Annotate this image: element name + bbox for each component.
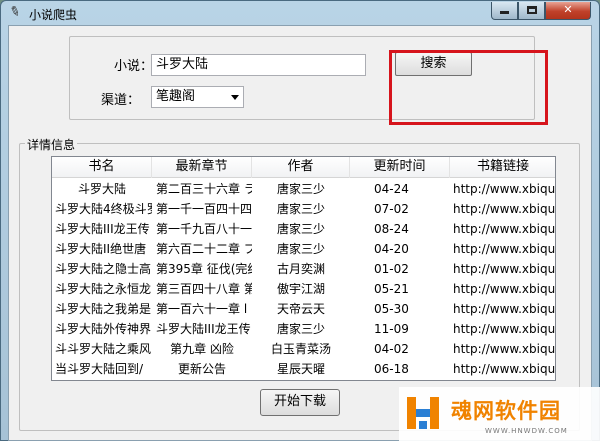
cell-update-time: 11-09 xyxy=(374,322,409,336)
novel-label: 小说： xyxy=(114,59,154,74)
cell-author: 唐家三少 xyxy=(276,242,325,256)
cell-update-time: 05-30 xyxy=(374,302,409,316)
cell-update-time: 04-02 xyxy=(374,342,409,356)
table-row[interactable]: 斗罗大陆III龙王传 第一千九百八十一 唐家三少 08-24 http://www.xb… xyxy=(52,219,556,239)
minimize-button[interactable] xyxy=(491,2,518,20)
cell-update-time: 05-21 xyxy=(374,282,409,296)
cell-author: 古月奕渊 xyxy=(276,262,325,276)
highlight-annotation xyxy=(389,50,548,125)
channel-value: 笔趣阁 xyxy=(156,89,196,104)
table-row[interactable]: 斗罗大陆 第二百三十六章 ラ 唐家三少 04-24 http://www.xbiqu xyxy=(52,179,556,199)
client-area: 小说： 斗罗大陆 渠道： 笔趣阁 搜索 详情信息 书名 最新章节 作者 更新时间… xyxy=(8,25,592,441)
cell-book-link: http://www.xbiqu xyxy=(453,342,556,356)
details-group-title: 详情信息 xyxy=(25,136,78,153)
watermark: 魂网软件园 WWW.HNWDW.COM xyxy=(399,387,600,441)
novel-input[interactable]: 斗罗大陆 xyxy=(151,54,366,76)
close-button[interactable]: ✕ xyxy=(545,2,591,20)
feather-icon: ✎ xyxy=(6,3,23,22)
app-window: ✎ 小说爬虫 ✕ 小说： 斗罗大陆 渠道： 笔趣阁 搜索 详情信息 书名 最新章… xyxy=(0,0,600,441)
cell-latest-chapter: 第一千九百八十一 xyxy=(156,222,252,236)
title-bar[interactable]: ✎ 小说爬虫 ✕ xyxy=(1,1,599,25)
cell-title: 斗罗大陆之隐士高 xyxy=(55,262,152,276)
cell-title: 斗罗大陆4终极斗罗 xyxy=(55,202,152,216)
cell-update-time: 01-02 xyxy=(374,262,409,276)
cell-latest-chapter: 斗罗大陆III龙王传 xyxy=(156,322,251,336)
watermark-text: 魂网软件园 xyxy=(451,399,561,423)
cell-author: 唐家三少 xyxy=(276,222,325,236)
cell-book-link: http://www.xbiqu xyxy=(453,362,556,376)
cell-book-link: http://www.xbiqu xyxy=(453,262,556,276)
cell-title: 斗罗大陆 xyxy=(77,182,126,196)
cell-title: 斗斗罗大陆之乘风 xyxy=(55,342,152,356)
window-title: 小说爬虫 xyxy=(29,8,78,22)
cell-book-link: http://www.xbiqu xyxy=(453,282,556,296)
cell-book-link: http://www.xbiqu xyxy=(453,222,556,236)
cell-latest-chapter: 第一千一百四十四 xyxy=(156,202,252,216)
cell-book-link: http://www.xbiqu xyxy=(453,302,556,316)
cell-update-time: 04-20 xyxy=(374,242,409,256)
chevron-down-icon xyxy=(231,95,239,100)
cell-latest-chapter: 第三百四十八章 第 xyxy=(156,282,252,296)
table-row[interactable]: 斗罗大陆4终极斗罗 第一千一百四十四 唐家三少 07-02 http://www.xbi… xyxy=(52,199,556,219)
list-header: 书名 最新章节 作者 更新时间 书籍链接 xyxy=(52,157,555,178)
channel-select[interactable]: 笔趣阁 xyxy=(151,86,244,108)
table-row[interactable]: 斗斗罗大陆之乘风 第九章 凶险 白玉青菜汤 04-02 http://www.xbiqu xyxy=(52,339,556,359)
table-row[interactable]: 斗罗大陆之隐士高 第395章 征伐(完结 古月奕渊 01-02 http://www.x… xyxy=(52,259,556,279)
list-body: 斗罗大陆 第二百三十六章 ラ唐家三少 04-24 http://www.xbiqu 斗罗… xyxy=(52,179,556,379)
cell-latest-chapter: 第二百三十六章 ラ xyxy=(156,182,252,196)
cell-latest-chapter: 第六百二十二章 プ xyxy=(156,242,252,256)
cell-update-time: 04-24 xyxy=(374,182,409,196)
cell-author: 星辰天曜 xyxy=(276,362,325,376)
cell-update-time: 07-02 xyxy=(374,202,409,216)
column-header-update-time[interactable]: 更新时间 xyxy=(350,157,450,178)
column-header-author[interactable]: 作者 xyxy=(252,157,350,178)
watermark-subtext: WWW.HNWDW.COM xyxy=(485,427,568,435)
cell-author: 唐家三少 xyxy=(276,182,325,196)
results-list[interactable]: 书名 最新章节 作者 更新时间 书籍链接 斗罗大陆 第二百三十六章 ラ唐家三少 04… xyxy=(51,156,556,381)
minimize-icon xyxy=(500,11,509,14)
column-header-latest-chapter[interactable]: 最新章节 xyxy=(152,157,252,178)
cell-author: 唐家三少 xyxy=(276,322,325,336)
cell-update-time: 08-24 xyxy=(374,222,409,236)
watermark-logo-icon xyxy=(407,397,439,429)
cell-latest-chapter: 第一百六十一章 l xyxy=(156,302,248,316)
cell-book-link: http://www.xbiqu xyxy=(453,202,556,216)
table-row[interactable]: 斗罗大陆II绝世唐 第六百二十二章 プ 唐家三少 04-20 http://www.xb… xyxy=(52,239,556,259)
close-icon: ✕ xyxy=(563,3,573,16)
cell-author: 天帝云天 xyxy=(276,302,325,316)
table-row[interactable]: 斗罗大陆之我弟是 第一百六十一章 l 天帝云天 05-30 http://www.xbi… xyxy=(52,299,556,319)
cell-update-time: 06-18 xyxy=(374,362,409,376)
column-header-book-link[interactable]: 书籍链接 xyxy=(450,157,555,178)
cell-author: 傲宇江湖 xyxy=(276,282,325,296)
maximize-button[interactable] xyxy=(518,2,545,20)
maximize-icon xyxy=(526,6,537,14)
table-row[interactable]: 斗罗大陆外传神界 斗罗大陆III龙王传 唐家三少 11-09 http://www.xb… xyxy=(52,319,556,339)
cell-author: 白玉青菜汤 xyxy=(270,342,331,356)
table-row[interactable]: 当斗罗大陆回到/更新公告 星辰天曜 06-18 http://www.xbiqu xyxy=(52,359,556,379)
cell-latest-chapter: 第395章 征伐(完结 xyxy=(156,262,252,276)
cell-title: 斗罗大陆III龙王传 xyxy=(55,222,150,236)
cell-title: 斗罗大陆之我弟是 xyxy=(55,302,152,316)
cell-latest-chapter: 第九章 凶险 xyxy=(170,342,234,356)
channel-label: 渠道： xyxy=(101,93,141,108)
cell-author: 唐家三少 xyxy=(276,202,325,216)
cell-book-link: http://www.xbiqu xyxy=(453,322,556,336)
cell-title: 斗罗大陆外传神界 xyxy=(55,322,152,336)
start-download-button[interactable]: 开始下载 xyxy=(260,389,340,416)
cell-title: 斗罗大陆II绝世唐 xyxy=(55,242,147,256)
cell-title: 斗罗大陆之永恒龙 xyxy=(55,282,152,296)
table-row[interactable]: 斗罗大陆之永恒龙 第三百四十八章 第 傲宇江湖 05-21 http://www.xbi… xyxy=(52,279,556,299)
cell-book-link: http://www.xbiqu xyxy=(453,242,556,256)
cell-title: 当斗罗大陆回到/ xyxy=(55,362,144,376)
column-header-title[interactable]: 书名 xyxy=(52,157,152,178)
cell-latest-chapter: 更新公告 xyxy=(177,362,226,376)
cell-book-link: http://www.xbiqu xyxy=(453,182,556,196)
